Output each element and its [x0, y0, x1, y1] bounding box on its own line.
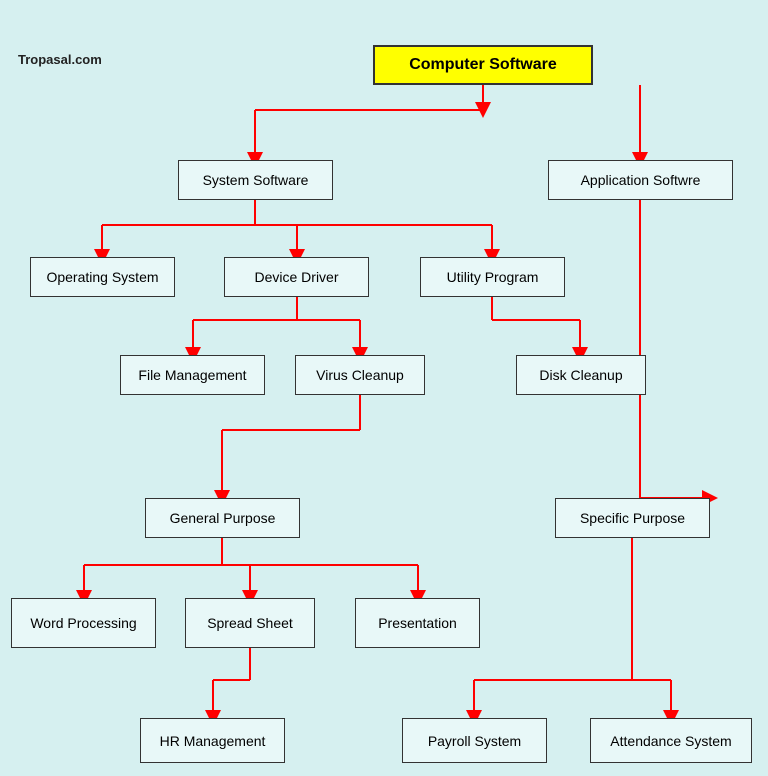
node-hr-management: HR Management [140, 718, 285, 763]
node-payroll-system: Payroll System [402, 718, 547, 763]
watermark-label: Tropasal.com [18, 52, 102, 67]
node-utility-program: Utility Program [420, 257, 565, 297]
node-virus-cleanup: Virus Cleanup [295, 355, 425, 395]
node-general-purpose: General Purpose [145, 498, 300, 538]
node-system-software: System Software [178, 160, 333, 200]
node-specific-purpose: Specific Purpose [555, 498, 710, 538]
node-operating-system: Operating System [30, 257, 175, 297]
node-disk-cleanup: Disk Cleanup [516, 355, 646, 395]
node-word-processing: Word Processing [11, 598, 156, 648]
node-file-management: File Management [120, 355, 265, 395]
node-device-driver: Device Driver [224, 257, 369, 297]
node-presentation: Presentation [355, 598, 480, 648]
node-attendance-system: Attendance System [590, 718, 752, 763]
node-spread-sheet: Spread Sheet [185, 598, 315, 648]
node-root: Computer Software [373, 45, 593, 85]
node-application-software: Application Softwre [548, 160, 733, 200]
